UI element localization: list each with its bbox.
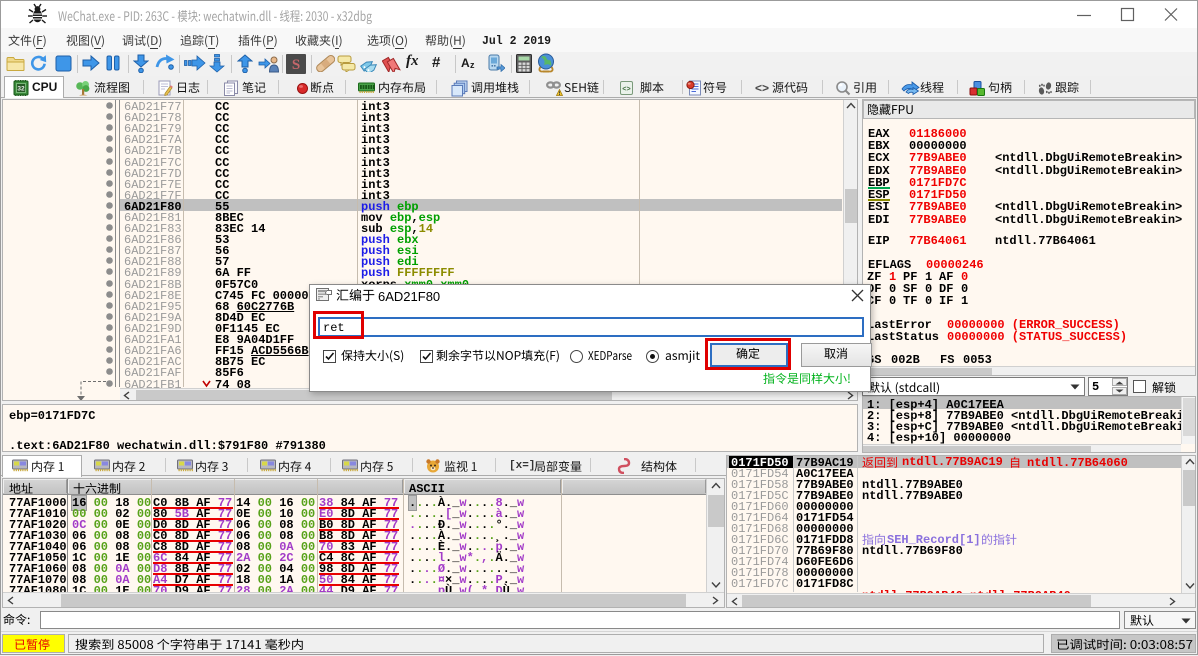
svg-text:S: S <box>292 57 300 73</box>
svg-text:<>: <> <box>622 86 630 94</box>
svg-text:32: 32 <box>17 86 25 93</box>
